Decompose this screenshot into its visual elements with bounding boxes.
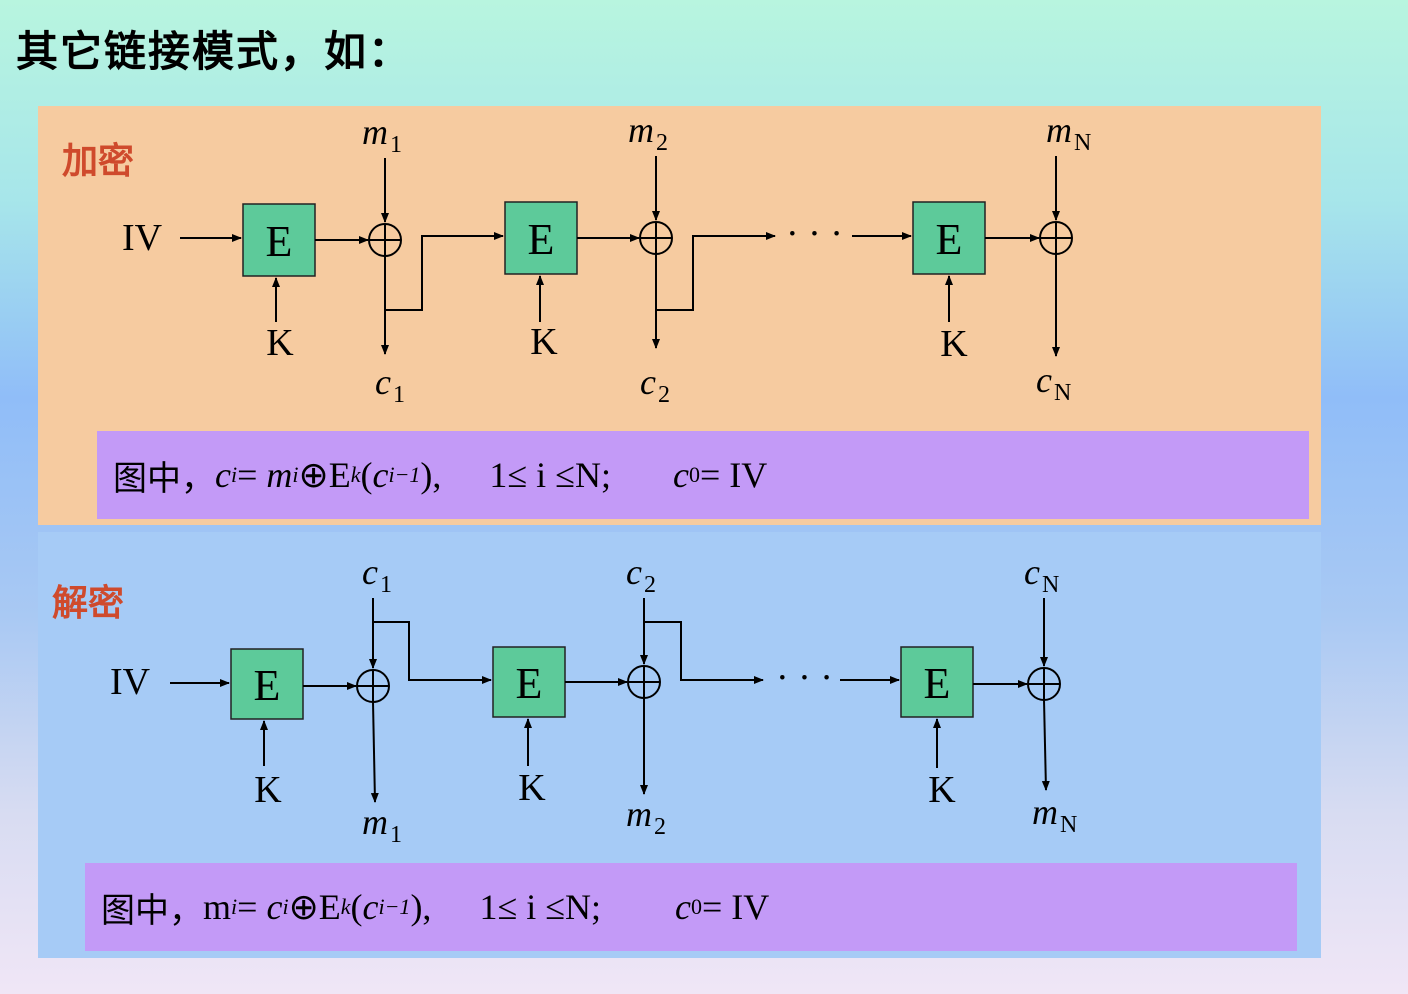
formula-prefix: 图中， <box>101 890 203 931</box>
ellipsis: · · · <box>776 657 833 699</box>
encryption-formula: 图中， ci = mi ⊕E k(c i−1), 1≤ i ≤N; c 0 = IV <box>97 431 1309 519</box>
iv-label: IV <box>110 661 151 703</box>
feedback-c1 <box>385 232 504 311</box>
encrypt-block-2-label: E <box>528 215 555 264</box>
formula-prefix: 图中， <box>113 458 215 499</box>
feedback-c2 <box>644 621 764 684</box>
decrypt-block-2-label: E <box>516 659 543 708</box>
output-m1: m1 <box>362 802 402 848</box>
encryption-panel: 加密 IV E K m1 c1 E K m2 c2 · · · E K mN c… <box>38 106 1321 525</box>
key-label-2: K <box>518 767 546 809</box>
key-label-1: K <box>254 769 282 811</box>
page-title: 其它链接模式，如： <box>16 27 413 76</box>
key-label-1: K <box>266 322 294 364</box>
key-label-n: K <box>940 323 968 365</box>
m1-arrow <box>370 701 379 803</box>
iv-label: IV <box>122 217 163 259</box>
output-c2: c2 <box>640 362 670 408</box>
input-c2: c2 <box>626 552 656 598</box>
output-c1: c1 <box>375 362 405 408</box>
feedback-c2 <box>656 232 776 311</box>
input-m2: m2 <box>628 110 668 156</box>
formula-condition: 1≤ i ≤N; <box>479 887 601 927</box>
input-cn: cN <box>1024 552 1059 598</box>
output-mn: mN <box>1032 792 1077 838</box>
input-m1: m1 <box>362 112 402 158</box>
decryption-formula: 图中， mi = ci ⊕E k(c i−1), 1≤ i ≤N; c 0 = IV <box>85 863 1297 951</box>
input-c1: c1 <box>362 552 392 598</box>
input-mn: mN <box>1046 110 1091 156</box>
encrypt-block-1-label: E <box>266 217 293 266</box>
encryption-diagram: IV E K m1 c1 E K m2 c2 · · · E K mN cN <box>122 110 1091 408</box>
output-cn: cN <box>1036 360 1071 406</box>
key-label-2: K <box>530 321 558 363</box>
decryption-panel: 解密 IV E K c1 m1 E K c2 m2 · · · E K cN m… <box>38 532 1321 958</box>
mn-arrow <box>1041 699 1050 791</box>
decryption-diagram: IV E K c1 m1 E K c2 m2 · · · E K cN mN <box>110 552 1077 848</box>
decrypt-block-1-label: E <box>254 661 281 710</box>
key-label-n: K <box>928 769 956 811</box>
feedback-c1 <box>373 621 492 684</box>
ellipsis: · · · <box>786 213 843 255</box>
encrypt-block-n-label: E <box>936 215 963 264</box>
formula-condition: 1≤ i ≤N; <box>489 455 611 495</box>
decrypt-block-n-label: E <box>924 659 951 708</box>
output-m2: m2 <box>626 794 666 840</box>
